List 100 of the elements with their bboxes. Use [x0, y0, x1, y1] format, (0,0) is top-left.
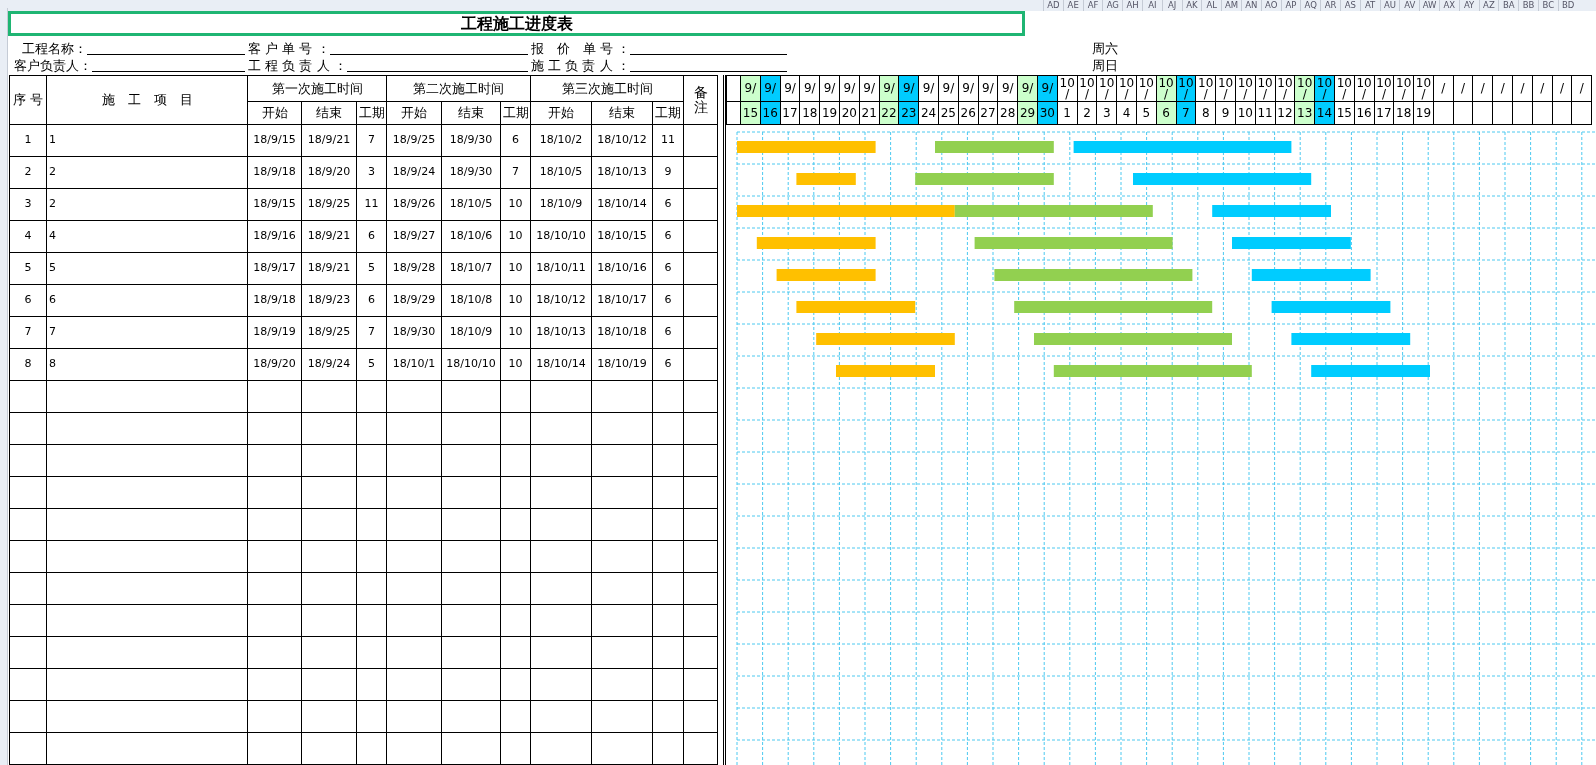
month-label: 10	[1197, 77, 1215, 89]
column-header: 开始	[530, 101, 592, 125]
table-cell: 18/9/25	[301, 188, 357, 221]
day-cell: 25	[938, 101, 959, 125]
table-cell: 18/10/12	[591, 124, 653, 157]
column-header: 备注	[693, 84, 708, 116]
table-cell: 2	[9, 156, 47, 189]
table-cell: 18/9/25	[301, 316, 357, 349]
month-label: /	[1183, 88, 1188, 100]
month-label: 10	[1098, 77, 1116, 89]
month-label: 10	[1058, 77, 1076, 89]
table-cell: 6	[46, 284, 248, 317]
table-cell: 18/9/27	[386, 220, 442, 253]
table-cell: 7	[356, 124, 387, 157]
column-letter: AH	[1122, 0, 1142, 11]
day-cell: 10	[1235, 101, 1256, 125]
table-cell: 18/10/10	[441, 348, 501, 381]
table-cell: 18/10/17	[591, 284, 653, 317]
column-letter: AN	[1240, 0, 1261, 11]
month-label: 10	[1315, 77, 1334, 89]
table-cell: 18/10/11	[530, 252, 592, 285]
column-header: 第二次施工时间	[386, 75, 531, 102]
field-label: 工 程 负 责 人 ：	[248, 56, 347, 75]
month-label: /	[1223, 88, 1228, 100]
day-cell: 11	[1255, 101, 1275, 125]
column-letter: AS	[1339, 0, 1360, 11]
column-letter: BA	[1498, 0, 1519, 11]
table-cell: 18/9/19	[247, 316, 302, 349]
day-cell: 4	[1116, 101, 1137, 125]
day-cell: 8	[1195, 101, 1216, 125]
column-letter: AX	[1438, 0, 1459, 11]
table-cell: 18/10/5	[530, 156, 592, 189]
table-cell: 18/10/14	[591, 188, 653, 221]
field-label: 报 价 单 号 ：	[531, 39, 631, 58]
table-cell: 18/9/30	[386, 316, 442, 349]
column-letter: AZ	[1478, 0, 1499, 11]
field-label: 施 工 负 责 人 ：	[531, 56, 630, 75]
column-header: 结束	[301, 101, 357, 125]
day-cell: 1	[1057, 101, 1078, 125]
table-cell: 10	[500, 188, 531, 221]
table-cell: 6	[356, 220, 387, 253]
column-letter: AQ	[1300, 0, 1321, 11]
month-label: 9/	[783, 83, 797, 94]
table-cell: 18/9/15	[247, 124, 302, 157]
month-label: 9/	[981, 83, 995, 94]
month-label: 9/	[802, 83, 817, 94]
month-label: 10	[1216, 77, 1235, 89]
table-cell: 6	[500, 124, 531, 157]
month-label: /	[1479, 83, 1486, 94]
day-cell: 20	[839, 101, 860, 125]
table-cell: 9	[652, 156, 684, 189]
month-label: /	[1362, 88, 1367, 100]
column-header: 第一次施工时间	[247, 75, 387, 102]
day-cell: 19	[819, 101, 840, 125]
column-letter: AG	[1102, 0, 1123, 11]
table-cell: 8	[46, 348, 248, 381]
month-label: 10	[1236, 77, 1254, 89]
table-cell: 18/9/18	[247, 284, 302, 317]
month-label: 10	[1117, 77, 1136, 89]
table-cell: 5	[9, 252, 47, 285]
table-cell: 4	[46, 220, 248, 253]
table-cell: 6	[652, 252, 684, 285]
month-label: 10	[1296, 77, 1314, 89]
month-label: 10	[1078, 77, 1096, 89]
day-cell: 17	[1374, 101, 1394, 125]
month-label: /	[1381, 88, 1386, 100]
month-label: 9/	[763, 83, 778, 94]
month-label: /	[1421, 88, 1426, 100]
table-cell: 3	[356, 156, 387, 189]
table-cell: 18/9/30	[441, 124, 501, 157]
month-label: 9/	[941, 83, 956, 94]
table-cell: 18/10/9	[530, 188, 592, 221]
month-label: /	[1440, 83, 1447, 94]
table-cell: 10	[500, 220, 531, 253]
day-cell: 28	[997, 101, 1018, 125]
table-cell: 6	[356, 284, 387, 317]
table-cell: 18/9/16	[247, 220, 302, 253]
table-cell: 18/10/13	[530, 316, 592, 349]
table-cell: 10	[500, 348, 531, 381]
month-label: 9/	[842, 83, 857, 94]
column-letter: AR	[1320, 0, 1340, 11]
column-letter: AO	[1260, 0, 1281, 11]
column-letter: AV	[1399, 0, 1420, 11]
table-cell: 18/9/30	[441, 156, 501, 189]
column-letter: AJ	[1161, 0, 1182, 11]
month-label: 9/	[1020, 83, 1035, 94]
table-cell: 3	[9, 188, 47, 221]
table-cell: 6	[9, 284, 47, 317]
field-label: 工程名称：	[21, 39, 87, 58]
day-cell: 12	[1275, 101, 1295, 125]
month-label: 9/	[862, 83, 876, 94]
day-cell: 16	[1354, 101, 1374, 125]
table-cell: 5	[46, 252, 248, 285]
table-cell: 1	[9, 124, 47, 157]
column-header: 序 号	[9, 75, 47, 125]
table-cell: 2	[46, 156, 248, 189]
column-letter: AD	[1043, 0, 1063, 11]
column-header: 开始	[386, 101, 442, 125]
table-cell: 1	[46, 124, 248, 157]
month-label: /	[1104, 88, 1109, 100]
